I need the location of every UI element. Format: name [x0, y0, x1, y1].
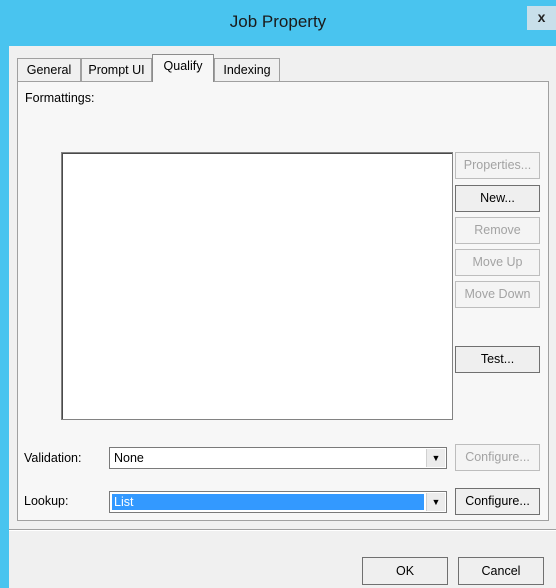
move-up-button[interactable]: Move Up: [455, 249, 540, 276]
job-property-dialog: Job Property x General Prompt UI Qualify…: [0, 0, 556, 588]
title-bar[interactable]: Job Property x: [0, 0, 556, 46]
tab-indexing[interactable]: Indexing: [214, 58, 280, 81]
validation-configure-button[interactable]: Configure...: [455, 444, 540, 471]
test-button[interactable]: Test...: [455, 346, 540, 373]
lookup-configure-button[interactable]: Configure...: [455, 488, 540, 515]
ok-button[interactable]: OK: [362, 557, 448, 585]
dropdown-arrow-icon[interactable]: ▼: [426, 449, 445, 467]
dialog-body: General Prompt UI Qualify Indexing Forma…: [9, 46, 556, 588]
window-title: Job Property: [229, 12, 327, 31]
remove-button[interactable]: Remove: [455, 217, 540, 244]
move-down-button[interactable]: Move Down: [455, 281, 540, 308]
formattings-list[interactable]: [61, 152, 453, 420]
close-button[interactable]: x: [527, 6, 556, 30]
tab-general[interactable]: General: [17, 58, 81, 81]
dropdown-arrow-icon[interactable]: ▼: [426, 493, 445, 511]
validation-value: None: [114, 451, 144, 465]
tab-qualify[interactable]: Qualify: [152, 54, 214, 82]
validation-dropdown[interactable]: None ▼: [109, 447, 447, 469]
lookup-value: List: [114, 495, 134, 509]
new-button[interactable]: New...: [455, 185, 540, 212]
formattings-label: Formattings:: [25, 91, 95, 105]
lookup-dropdown[interactable]: List ▼: [109, 491, 447, 513]
properties-button[interactable]: Properties...: [455, 152, 540, 179]
tab-prompt-ui[interactable]: Prompt UI: [81, 58, 152, 81]
validation-label: Validation:: [24, 451, 82, 465]
qualify-tab-panel: Formattings: Properties... New... Remove…: [17, 81, 549, 521]
lookup-label: Lookup:: [24, 494, 69, 508]
cancel-button[interactable]: Cancel: [458, 557, 544, 585]
